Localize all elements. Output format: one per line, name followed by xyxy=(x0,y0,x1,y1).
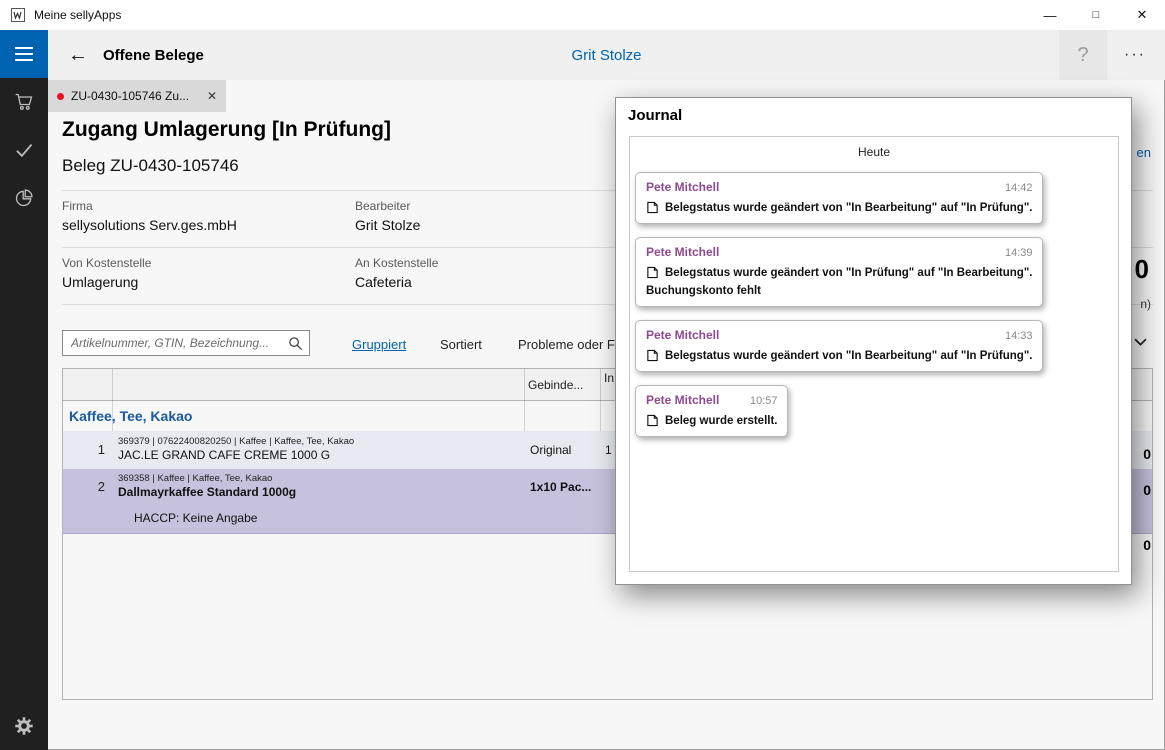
journal-entry: Pete Mitchell 10:57 Beleg wurde erstellt… xyxy=(635,385,788,437)
sorted-toggle[interactable]: Sortiert xyxy=(440,337,482,352)
von-kostenstelle-value: Umlagerung xyxy=(62,274,138,290)
gear-icon xyxy=(14,716,34,736)
entry-time: 14:39 xyxy=(977,247,1033,259)
row-value: 0 xyxy=(1143,446,1151,462)
positions-unit-fragment: n) xyxy=(1140,297,1151,311)
settings-button[interactable] xyxy=(0,702,48,750)
column-header-gebinde[interactable]: Gebinde... xyxy=(528,378,583,392)
titlebar: Meine sellyApps — □ ✕ xyxy=(0,0,1165,30)
entry-time: 14:33 xyxy=(977,330,1033,342)
bearbeiter-label: Bearbeiter xyxy=(355,199,410,213)
app-window: Meine sellyApps — □ ✕ xyxy=(0,0,1165,750)
firma-label: Firma xyxy=(62,199,93,213)
haccp-note: HACCP: Keine Angabe xyxy=(134,511,257,525)
firma-value: sellysolutions Serv.ges.mbH xyxy=(62,217,237,233)
journal-list[interactable]: Heute Pete Mitchell 14:42 Belegstatus wu… xyxy=(629,136,1119,572)
entry-text-secondary: Buchungskonto fehlt xyxy=(646,285,1032,297)
search-input[interactable] xyxy=(63,331,309,355)
journal-entry: Pete Mitchell 14:33 Belegstatus wurde ge… xyxy=(635,320,1043,372)
unsaved-indicator-dot xyxy=(57,93,64,100)
hamburger-icon xyxy=(15,47,33,61)
chevron-down-icon[interactable] xyxy=(1134,338,1147,347)
minimize-button[interactable]: — xyxy=(1027,0,1073,30)
pie-chart-icon xyxy=(14,188,34,208)
journal-note-icon xyxy=(646,414,659,427)
journal-dialog: Journal Heute Pete Mitchell 14:42 Belegs… xyxy=(615,97,1132,585)
search-icon[interactable] xyxy=(288,336,303,351)
sidebar xyxy=(0,30,48,750)
menu-button[interactable] xyxy=(0,30,48,78)
entry-text: Belegstatus wurde geändert von "In Prüfu… xyxy=(665,267,1032,279)
entry-time: 10:57 xyxy=(722,395,778,407)
cart-icon xyxy=(14,92,34,112)
tab-label: ZU-0430-105746 Zu... xyxy=(71,89,199,103)
window-title: Meine sellyApps xyxy=(34,0,121,30)
document-number: Beleg ZU-0430-105746 xyxy=(62,156,239,176)
von-kostenstelle-label: Von Kostenstelle xyxy=(62,256,151,270)
app-header: ← Offene Belege Grit Stolze ? ··· xyxy=(48,30,1165,80)
gebinde-cell: Original xyxy=(530,443,571,457)
row-number: 1 xyxy=(63,442,105,457)
article-meta: 369379 | 07622400820250 | Kaffee | Kaffe… xyxy=(118,436,354,447)
article-meta: 369358 | Kaffee | Kaffee, Tee, Kakao xyxy=(118,473,272,484)
entry-time: 14:42 xyxy=(977,182,1033,194)
in-gebinde-cell: 1 xyxy=(605,443,612,457)
entry-author: Pete Mitchell xyxy=(646,245,719,259)
document-title: Zugang Umlagerung [In Prüfung] xyxy=(62,118,391,142)
entry-text: Belegstatus wurde geändert von "In Bearb… xyxy=(665,350,1032,362)
journal-note-icon xyxy=(646,349,659,362)
entry-text: Beleg wurde erstellt. xyxy=(665,415,777,427)
close-button[interactable]: ✕ xyxy=(1119,0,1165,30)
right-link-fragment[interactable]: en xyxy=(1137,145,1151,160)
entry-author: Pete Mitchell xyxy=(646,328,719,342)
help-button[interactable]: ? xyxy=(1059,30,1107,80)
sum-value: 0 xyxy=(1143,537,1151,553)
entry-author: Pete Mitchell xyxy=(646,393,719,407)
bearbeiter-value: Grit Stolze xyxy=(355,217,420,233)
journal-entry: Pete Mitchell 14:39 Belegstatus wurde ge… xyxy=(635,237,1043,307)
sidebar-item-tasks[interactable] xyxy=(0,126,48,174)
journal-day-label: Heute xyxy=(630,145,1118,159)
article-name: JAC.LE GRAND CAFE CREME 1000 G xyxy=(118,448,330,462)
journal-entry: Pete Mitchell 14:42 Belegstatus wurde ge… xyxy=(635,172,1043,224)
checkmark-icon xyxy=(14,140,34,160)
journal-title: Journal xyxy=(628,107,682,124)
an-kostenstelle-label: An Kostenstelle xyxy=(355,256,438,270)
sidebar-item-reports[interactable] xyxy=(0,174,48,222)
entry-author: Pete Mitchell xyxy=(646,180,719,194)
journal-note-icon xyxy=(646,201,659,214)
positions-total: 0 xyxy=(1135,254,1149,285)
group-label: Kaffee, Tee, Kakao xyxy=(69,401,192,431)
more-button[interactable]: ··· xyxy=(1113,30,1157,80)
window-controls: — □ ✕ xyxy=(1027,0,1165,30)
article-name: Dallmayrkaffee Standard 1000g xyxy=(118,485,296,499)
an-kostenstelle-value: Cafeteria xyxy=(355,274,412,290)
current-user-link[interactable]: Grit Stolze xyxy=(48,30,1165,80)
grouped-toggle[interactable]: Gruppiert xyxy=(352,337,406,352)
tab-close-button[interactable]: ✕ xyxy=(207,89,217,103)
gebinde-cell: 1x10 Pac... xyxy=(530,480,591,494)
row-number: 2 xyxy=(63,479,105,494)
document-tab[interactable]: ZU-0430-105746 Zu... ✕ xyxy=(48,80,226,112)
app-icon xyxy=(10,7,26,23)
row-value: 0 xyxy=(1143,482,1151,498)
maximize-button[interactable]: □ xyxy=(1073,0,1119,30)
problems-filter[interactable]: Probleme oder Feh xyxy=(518,337,629,352)
journal-note-icon xyxy=(646,266,659,279)
sidebar-item-cart[interactable] xyxy=(0,78,48,126)
entry-text: Belegstatus wurde geändert von "In Bearb… xyxy=(665,202,1032,214)
article-search xyxy=(62,330,310,356)
